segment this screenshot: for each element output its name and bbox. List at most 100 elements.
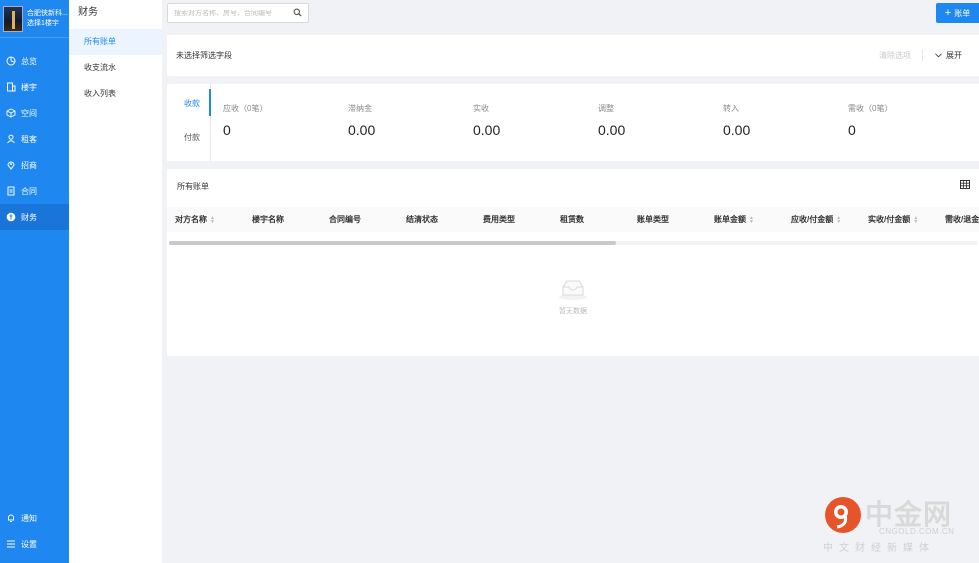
- column-header-settle-status: 结清状态: [406, 214, 438, 225]
- submenu-item-all-bills[interactable]: 所有账单: [69, 29, 162, 55]
- menu-icon: [5, 539, 16, 550]
- stat-transfer-in: 转入 0.00: [723, 103, 750, 138]
- nav-item-notifications[interactable]: 通知: [0, 505, 69, 531]
- nav-item-leasing[interactable]: 招商: [0, 152, 69, 178]
- nav-item-finance[interactable]: 财务: [0, 204, 69, 230]
- nav-label: 总览: [21, 56, 37, 66]
- submenu-item-cashflow[interactable]: 收支流水: [69, 55, 162, 81]
- scrollbar-thumb[interactable]: [169, 241, 616, 245]
- sort-icon[interactable]: ▲ ▼: [836, 215, 841, 224]
- sort-icon[interactable]: ▲ ▼: [749, 215, 754, 224]
- column-label: 楼宇名称: [252, 215, 284, 224]
- cube-icon: [5, 108, 16, 119]
- sort-icon[interactable]: ▲ ▼: [210, 215, 215, 224]
- stat-label: 应收（0笔）: [223, 104, 268, 113]
- column-label: 需收/退金额: [945, 215, 979, 224]
- dashboard-icon: [5, 56, 16, 67]
- column-header-receivable-amount[interactable]: 应收/付金额 ▲ ▼: [791, 214, 841, 225]
- submenu-item-income-list[interactable]: 收入列表: [69, 81, 162, 107]
- column-label: 合同编号: [329, 215, 361, 224]
- active-tab-indicator: [209, 89, 211, 116]
- org-logo: [3, 5, 23, 32]
- nav-item-contract[interactable]: 合同: [0, 178, 69, 204]
- nav-item-tenant[interactable]: 租客: [0, 126, 69, 152]
- stat-value: 0.00: [723, 122, 751, 138]
- stat-label: 实收: [473, 104, 489, 113]
- empty-text: 暂无数据: [559, 308, 587, 315]
- nav-label: 财务: [21, 212, 37, 222]
- column-header-fee-type: 费用类型: [483, 214, 515, 225]
- expand-filter-button[interactable]: 展开: [935, 50, 962, 61]
- stat-received: 实收 0.00: [473, 103, 500, 138]
- filter-empty-label: 未选择筛选字段: [176, 51, 232, 60]
- summary-stats: 收款 付款 应收（0笔） 0 滞纳金 0.00 实收 0.00 调整 0.00 …: [167, 84, 979, 161]
- stat-value: 0: [223, 122, 231, 138]
- submenu-title: 财务: [78, 7, 98, 18]
- nav-label: 租客: [21, 134, 37, 144]
- nav-label: 招商: [21, 160, 37, 170]
- finance-submenu: 财务 所有账单 收支流水 收入列表: [69, 0, 162, 563]
- stat-late-fee: 滞纳金 0.00: [348, 103, 375, 138]
- column-label: 租赁数: [560, 215, 584, 224]
- nav-label: 通知: [21, 513, 37, 523]
- location-icon: [5, 160, 16, 171]
- nav-label: 空间: [21, 108, 37, 118]
- table-header: 对方名称 ▲ ▼ 楼宇名称 合同编号 结清状态 费用类型 租赁数 账单类型 账单…: [167, 207, 979, 232]
- horizontal-scrollbar[interactable]: [169, 241, 977, 245]
- main-nav: 合肥侠新科... 选择1楼宇 总览 楼宇 空间 租客 招商 合同 财务 通知 设…: [0, 0, 69, 563]
- stat-value: 0.00: [598, 122, 626, 138]
- document-icon: [5, 186, 16, 197]
- column-settings-icon[interactable]: [960, 180, 970, 191]
- building-icon: [5, 82, 16, 93]
- add-bill-label: 账单: [954, 8, 971, 18]
- stats-tabs: 收款 付款: [167, 84, 211, 161]
- nav-item-overview[interactable]: 总览: [0, 48, 69, 74]
- bills-table-card: 所有账单 对方名称 ▲ ▼ 楼宇名称 合同编号 结清状态 费用类型 租赁数 账单…: [167, 169, 979, 356]
- search-box[interactable]: [167, 3, 309, 23]
- nav-item-settings[interactable]: 设置: [0, 531, 69, 557]
- tab-payable[interactable]: 付款: [184, 132, 200, 143]
- bell-icon: [5, 513, 16, 524]
- column-label: 账单类型: [637, 215, 669, 224]
- column-header-building: 楼宇名称: [252, 214, 284, 225]
- sort-icon[interactable]: ▲ ▼: [913, 215, 918, 224]
- building-selector[interactable]: 选择1楼宇: [27, 19, 68, 29]
- expand-label: 展开: [946, 51, 962, 60]
- nav-item-space[interactable]: 空间: [0, 100, 69, 126]
- column-label: 费用类型: [483, 215, 515, 224]
- empty-box-icon: [557, 280, 589, 303]
- column-label: 账单金额: [714, 215, 746, 224]
- table-title: 所有账单: [177, 182, 209, 191]
- search-icon[interactable]: [293, 8, 302, 19]
- column-header-received-amount[interactable]: 实收/付金额 ▲ ▼: [868, 214, 918, 225]
- finance-icon: [5, 212, 16, 223]
- nav-label: 合同: [21, 186, 37, 196]
- column-label: 结清状态: [406, 215, 438, 224]
- stat-value: 0: [848, 122, 856, 138]
- stat-value: 0.00: [348, 122, 376, 138]
- main-content: + 账单 未选择筛选字段 清除选项 展开 收款 付款 应收（0笔） 0 滞纳金 …: [162, 0, 979, 563]
- tenant-icon: [5, 134, 16, 145]
- stat-label: 调整: [598, 104, 614, 113]
- column-header-due-amount: 需收/退金额: [945, 214, 979, 225]
- column-header-counterparty[interactable]: 对方名称 ▲ ▼: [175, 214, 215, 225]
- clear-filter-button[interactable]: 清除选项: [879, 50, 911, 61]
- column-label: 实收/付金额: [868, 215, 911, 224]
- stat-receivable: 应收（0笔） 0: [223, 103, 267, 138]
- nav-item-building[interactable]: 楼宇: [0, 74, 69, 100]
- org-switcher[interactable]: 合肥侠新科... 选择1楼宇: [0, 0, 69, 38]
- stat-label: 需收（0笔）: [848, 104, 893, 113]
- column-label: 应收/付金额: [791, 215, 834, 224]
- nav-label: 楼宇: [21, 82, 37, 92]
- divider: [922, 49, 923, 61]
- org-name: 合肥侠新科...: [27, 9, 68, 17]
- stat-due: 需收（0笔） 0: [848, 103, 892, 138]
- add-bill-button[interactable]: + 账单: [936, 3, 979, 23]
- search-input[interactable]: [174, 9, 286, 17]
- column-header-bill-type: 账单类型: [637, 214, 669, 225]
- column-header-bill-amount[interactable]: 账单金额 ▲ ▼: [714, 214, 754, 225]
- stat-value: 0.00: [473, 122, 501, 138]
- column-header-lease-count: 租赁数: [560, 214, 584, 225]
- column-header-contract-no: 合同编号: [329, 214, 361, 225]
- tab-receivable[interactable]: 收款: [184, 98, 200, 109]
